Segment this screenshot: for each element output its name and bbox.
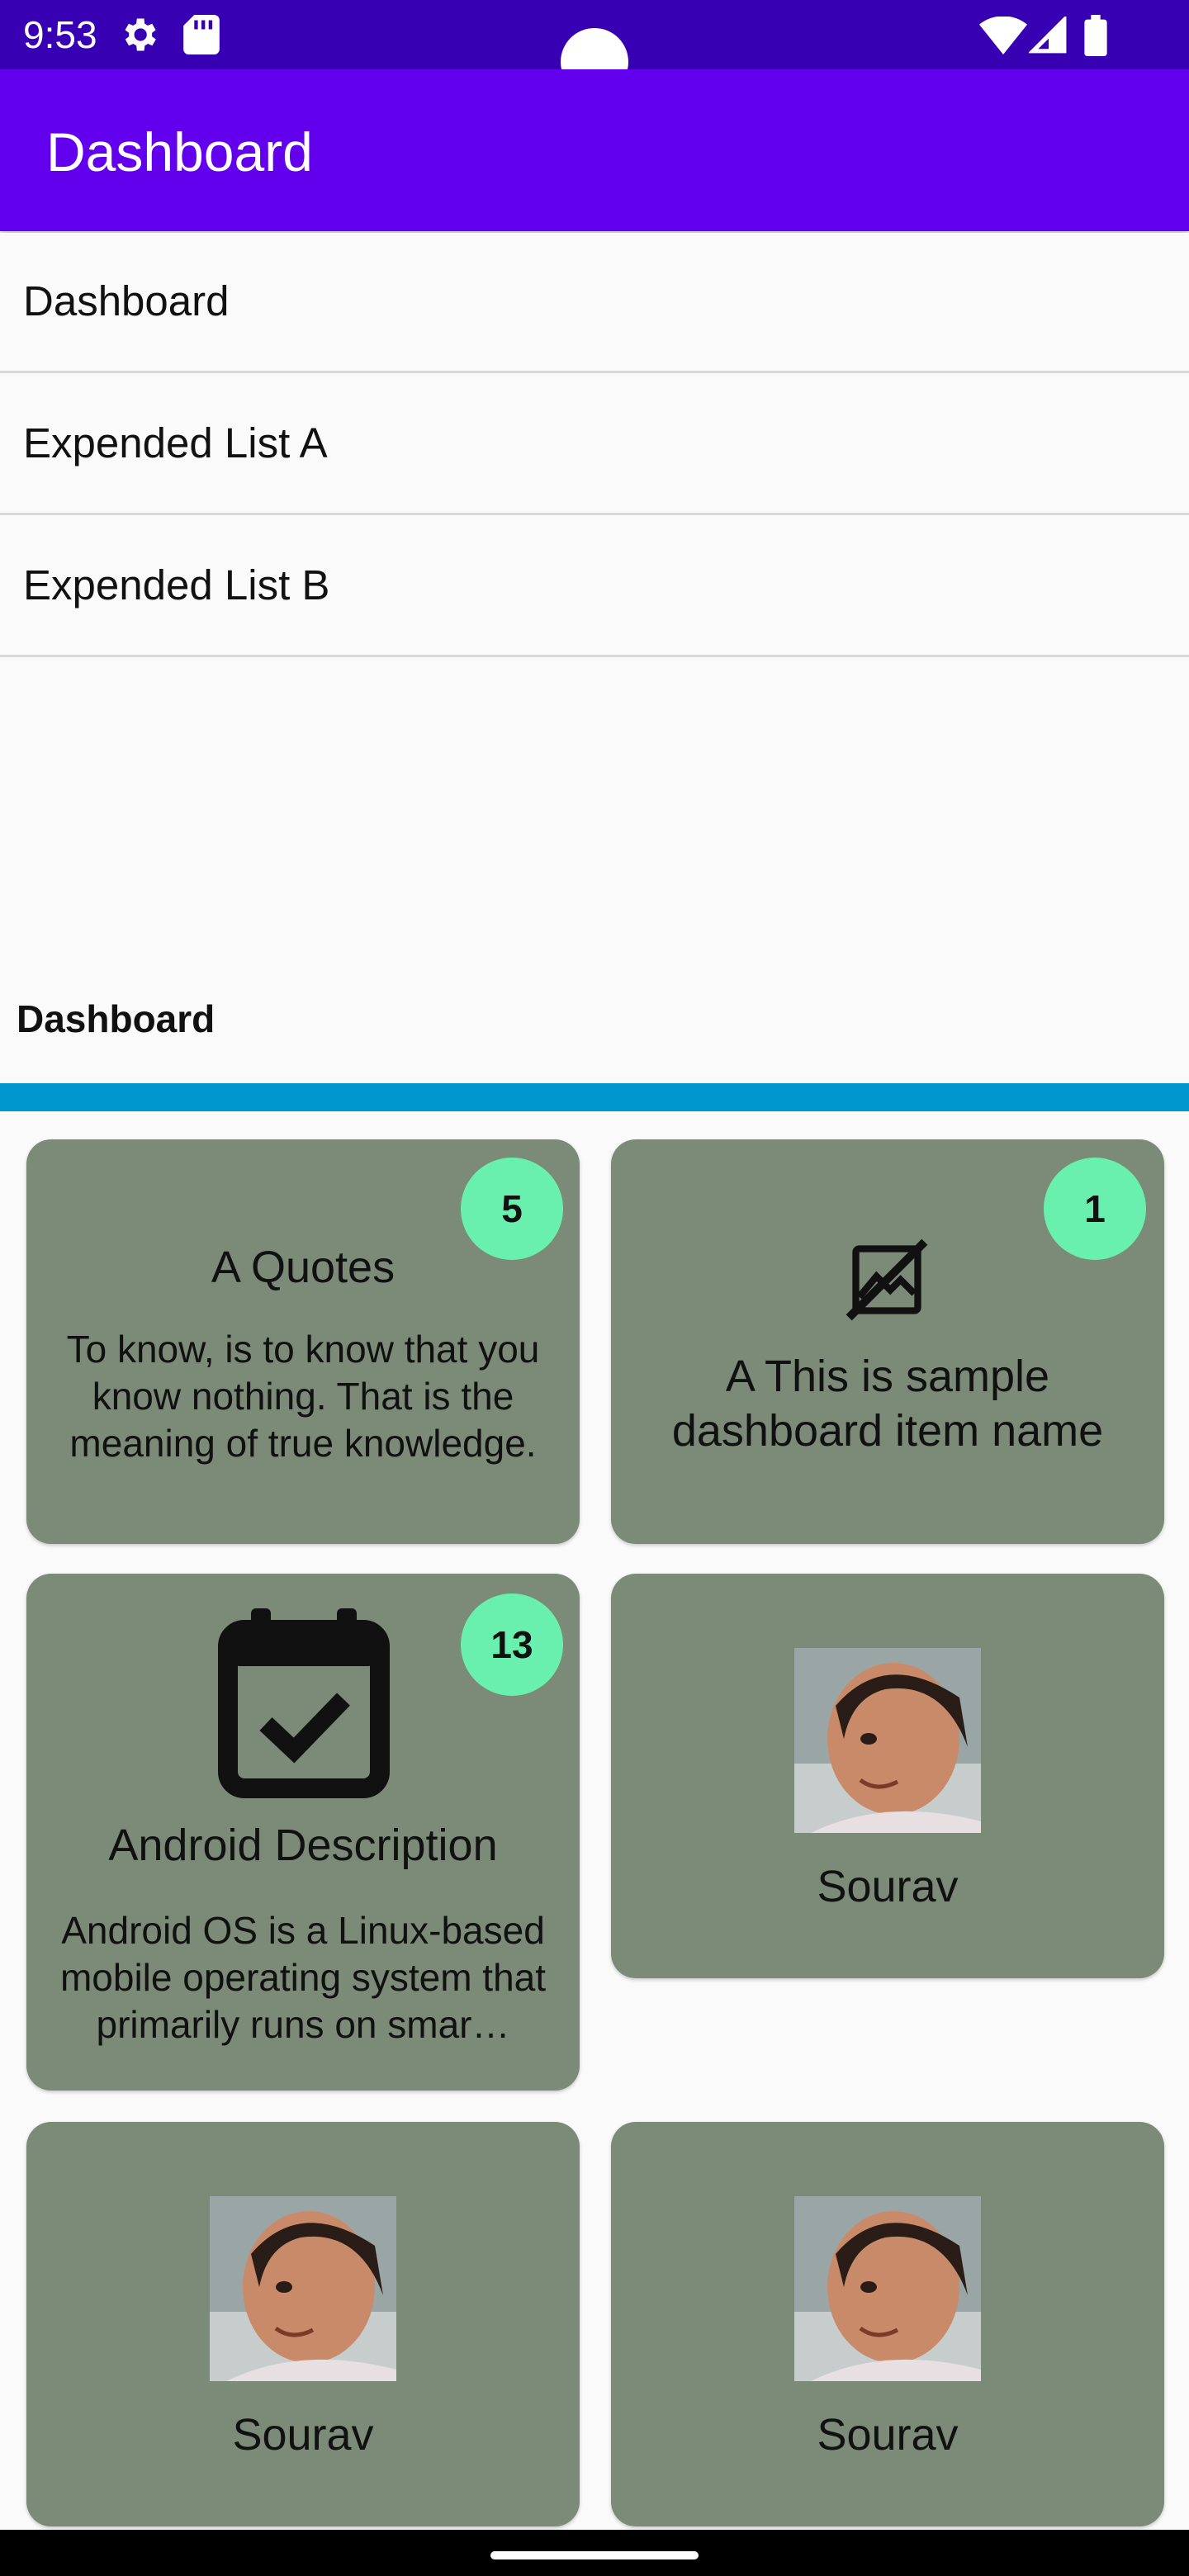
home-gesture-handle[interactable] xyxy=(490,2551,699,2559)
app-bar: Dashboard xyxy=(0,69,1189,231)
menu-item-label: Dashboard xyxy=(23,277,230,324)
calendar-check-icon xyxy=(218,1608,390,1802)
app-bar-title: Dashboard xyxy=(46,121,313,182)
dashboard-card-profile[interactable]: Sourav xyxy=(611,1574,1164,1978)
dashboard-card-android-description[interactable]: 13 Android Description Android OS is a L… xyxy=(26,1574,580,2091)
card-title: Sourav xyxy=(232,2410,374,2460)
card-title: Android Description xyxy=(108,1821,498,1870)
status-bar: 9:53 xyxy=(0,0,1189,96)
card-title: Sourav xyxy=(817,2410,959,2460)
dashboard-card-profile[interactable]: Sourav xyxy=(26,2122,580,2526)
status-time: 9:53 xyxy=(23,13,97,56)
card-description: To know, is to know that you know nothin… xyxy=(66,1328,540,1465)
card-title: A Quotes xyxy=(211,1243,396,1292)
card-description: Android OS is a Linux-based mobile opera… xyxy=(59,1909,547,2046)
child-portrait-photo xyxy=(210,2196,396,2381)
menu-item-expended-list-b[interactable]: Expended List B xyxy=(0,517,1189,657)
section-title: Dashboard xyxy=(17,997,216,1040)
dashboard-card-profile[interactable]: Sourav xyxy=(611,2122,1164,2526)
child-portrait-photo xyxy=(794,1648,981,1833)
menu-item-dashboard[interactable]: Dashboard xyxy=(0,233,1189,373)
menu-item-label: Expended List A xyxy=(23,419,328,466)
child-portrait-photo xyxy=(794,2196,981,2381)
wifi-icon xyxy=(979,16,1027,59)
count-badge: 1 xyxy=(1044,1158,1146,1260)
dashboard-card-sample-item[interactable]: 1 A This is sample dashboard item name xyxy=(611,1139,1164,1544)
menu-item-expended-list-a[interactable]: Expended List A xyxy=(0,375,1189,515)
broken-image-icon xyxy=(846,1238,928,1325)
dashboard-card-quotes[interactable]: 5 A Quotes To know, is to know that you … xyxy=(26,1139,580,1544)
section-divider xyxy=(0,1083,1189,1111)
battery-icon xyxy=(1083,15,1108,60)
card-title: Sourav xyxy=(817,1862,959,1911)
card-title: A This is sample dashboard item name xyxy=(671,1352,1104,1456)
count-badge: 13 xyxy=(461,1593,563,1696)
menu-item-label: Expended List B xyxy=(23,561,330,608)
cellular-signal-icon xyxy=(1027,14,1068,59)
settings-gear-icon xyxy=(117,13,160,60)
sd-card-icon xyxy=(183,15,220,59)
